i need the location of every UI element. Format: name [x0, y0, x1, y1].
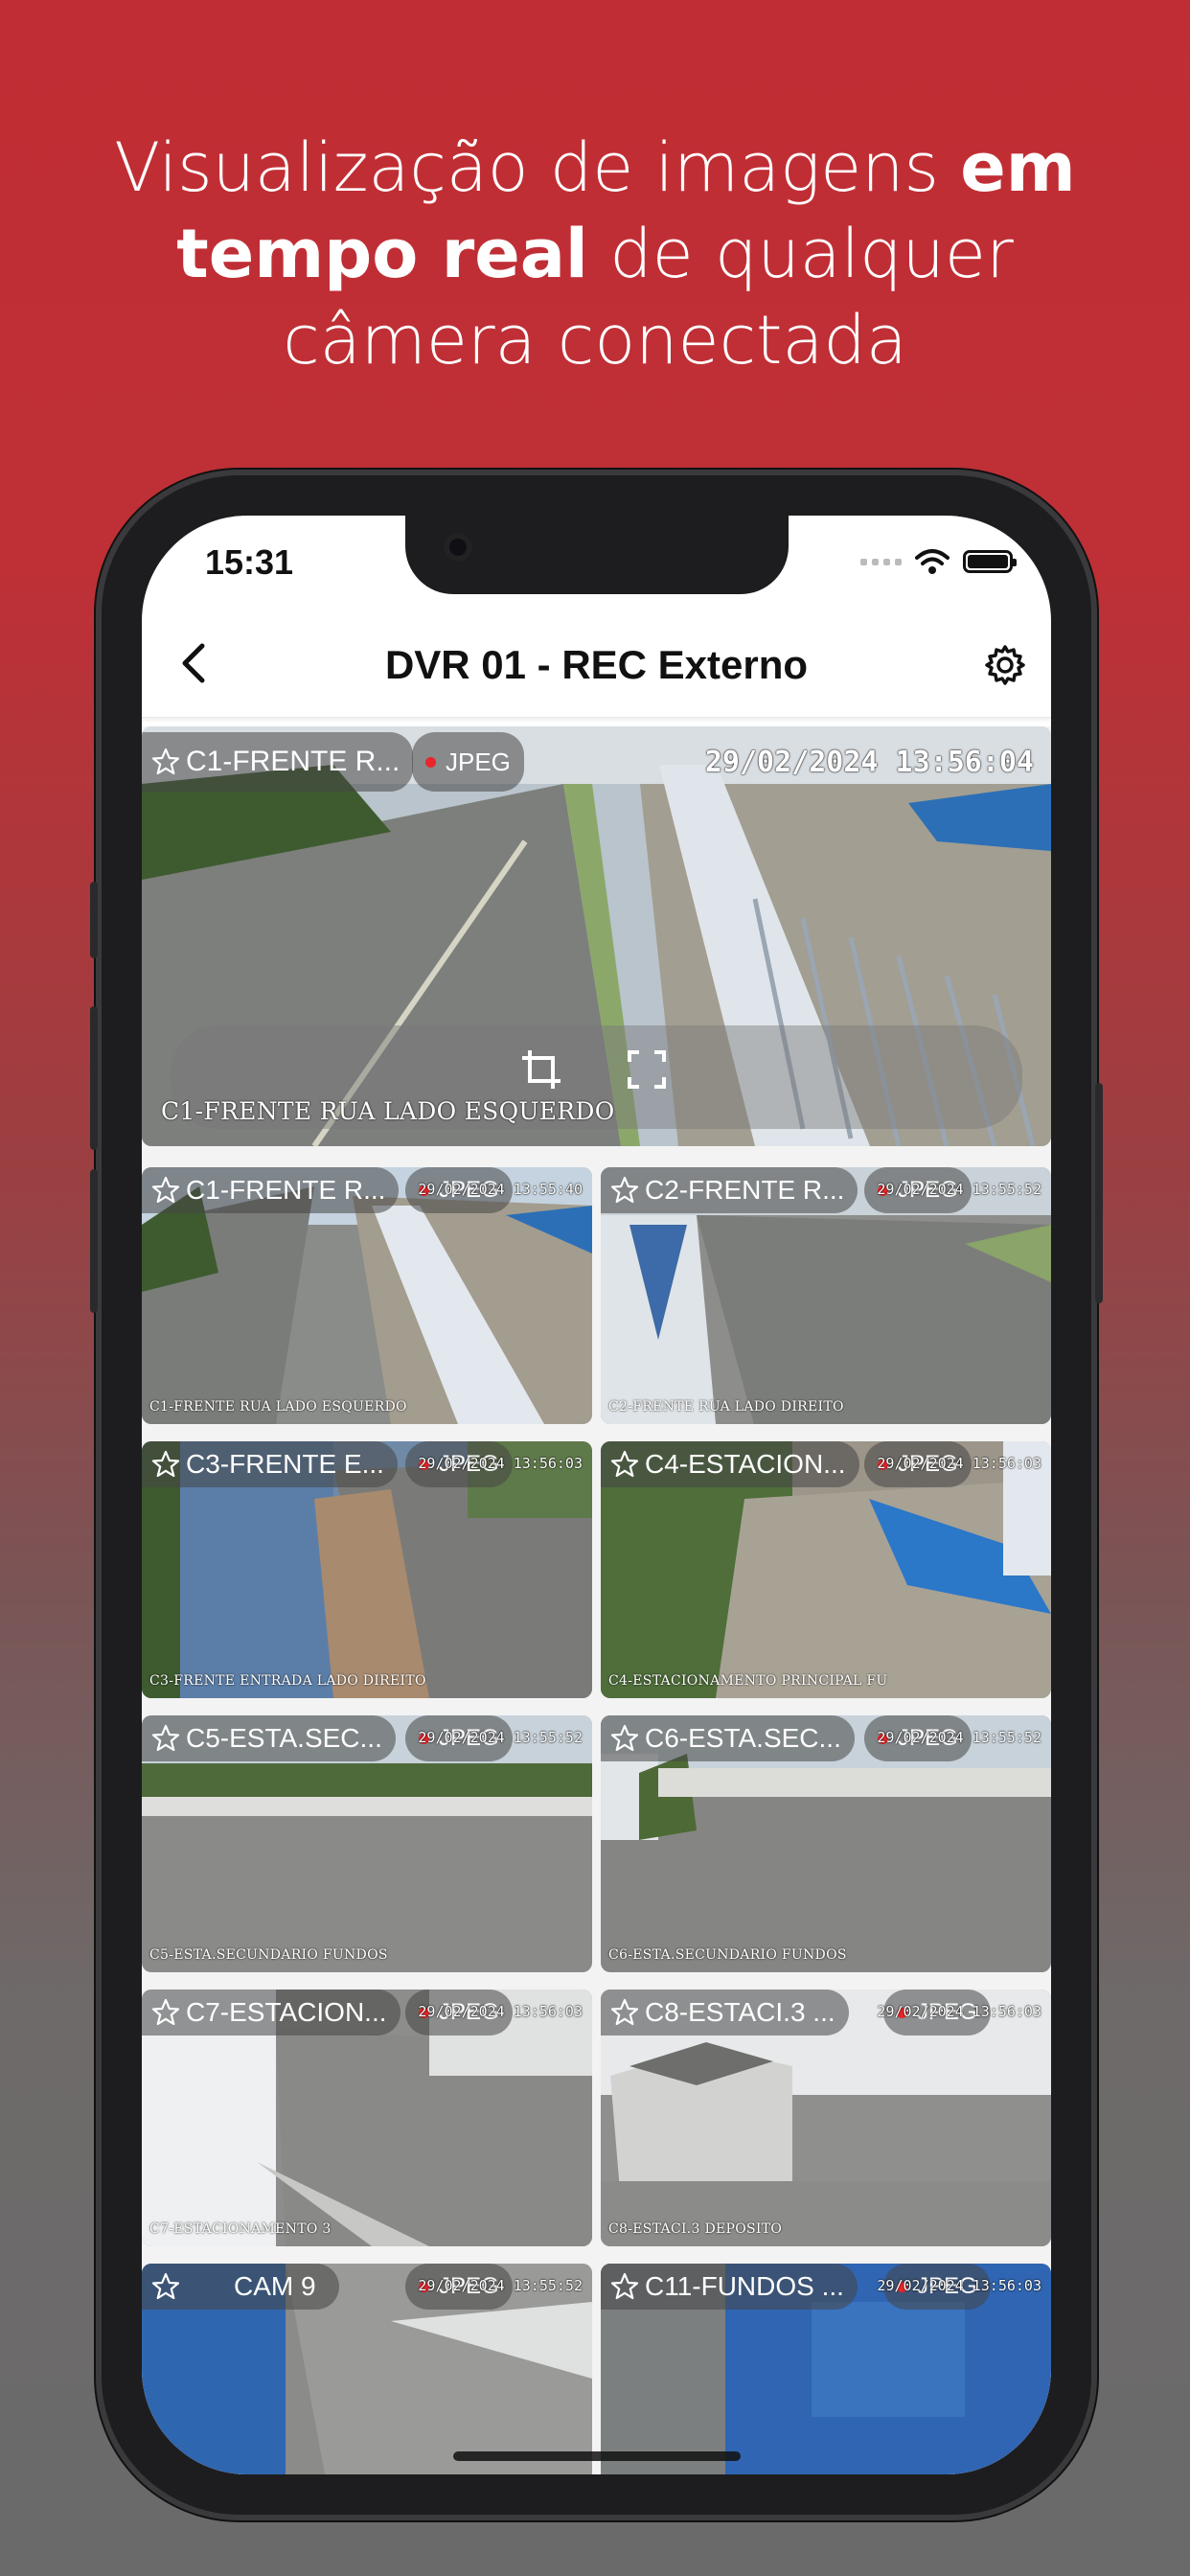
phone-frame: 15:31 DVR 01 - REC Externo C1-FRENTE R..… — [90, 470, 1103, 2520]
camera-timestamp: 29/02/2024 13:55:52 — [418, 2277, 583, 2294]
camera-timestamp: 29/02/2024 13:55:52 — [418, 1729, 583, 1746]
status-icons — [860, 548, 1017, 575]
camera-tile-c7[interactable]: C7-ESTACION... JPEG 29/02/2024 13:56:03 … — [142, 1990, 592, 2246]
camera-tile-c3[interactable]: C3-FRENTE E... JPEG 29/02/2024 13:56:03 … — [142, 1441, 592, 1698]
featured-camera-view[interactable]: C1-FRENTE R... JPEG 29/02/2024 13:56:04 … — [142, 726, 1051, 1146]
camera-overlay-caption: C1-FRENTE RUA LADO ESQUERDO — [161, 1097, 615, 1125]
camera-tile-c6[interactable]: C6-ESTA.SEC... JPEG 29/02/2024 13:55:52 … — [601, 1715, 1051, 1972]
status-time: 15:31 — [205, 542, 294, 582]
camera-tile-c5[interactable]: C5-ESTA.SEC... JPEG 29/02/2024 13:55:52 … — [142, 1715, 592, 1972]
mute-switch — [90, 882, 98, 958]
camera-name-pill: C5-ESTA.SEC... — [142, 1715, 396, 1761]
headline-line3: câmera conectada — [283, 301, 907, 380]
camera-name-pill: C8-ESTACI.3 ... — [601, 1990, 849, 2036]
nav-bar: DVR 01 - REC Externo — [142, 611, 1051, 718]
camera-timestamp: 29/02/2024 13:56:03 — [418, 2003, 583, 2020]
camera-tile-cam9[interactable]: CAM 9 JPEG 29/02/2024 13:55:52 — [142, 2264, 592, 2474]
camera-name: C11-FUNDOS ... — [645, 2271, 844, 2301]
front-camera — [444, 533, 472, 562]
camera-name: C1-FRENTE R... — [186, 746, 400, 777]
phone-screen: 15:31 DVR 01 - REC Externo C1-FRENTE R..… — [142, 516, 1051, 2474]
camera-tile-c4[interactable]: C4-ESTACION... JPEG 29/02/2024 13:56:03 … — [601, 1441, 1051, 1698]
star-outline-icon[interactable] — [151, 1724, 180, 1753]
star-outline-icon[interactable] — [151, 1450, 180, 1479]
camera-name-pill: C6-ESTA.SEC... — [601, 1715, 855, 1761]
notch — [405, 516, 789, 594]
camera-overlay-caption: C1-FRENTE RUA LADO ESQUERDO — [149, 1399, 407, 1414]
camera-timestamp: 29/02/2024 13:56:04 — [704, 746, 1034, 779]
camera-name: C7-ESTACION... — [186, 1997, 387, 2027]
star-outline-icon[interactable] — [610, 1176, 639, 1205]
camera-tile-c1[interactable]: C1-FRENTE R... JPEG 29/02/2024 13:55:40 … — [142, 1167, 592, 1424]
page-title: DVR 01 - REC Externo — [384, 642, 809, 687]
camera-timestamp: 29/02/2024 13:55:52 — [877, 1729, 1041, 1746]
gear-icon — [985, 645, 1025, 685]
promo-headline: Visualização de imagens em tempo real de… — [0, 125, 1190, 383]
camera-name-pill: C1-FRENTE R... — [142, 732, 414, 792]
wifi-icon — [915, 549, 950, 574]
headline-line2-bold: tempo real — [176, 215, 588, 293]
camera-timestamp: 29/02/2024 13:56:03 — [877, 2277, 1041, 2294]
camera-tile-c8[interactable]: C8-ESTACI.3 ... JPEG 29/02/2024 13:56:03… — [601, 1990, 1051, 2246]
camera-name-pill: C7-ESTACION... — [142, 1990, 400, 2036]
star-outline-icon[interactable] — [151, 748, 180, 776]
camera-name: C1-FRENTE R... — [186, 1175, 386, 1205]
codec-label: JPEG — [446, 747, 511, 776]
camera-overlay-caption: C6-ESTA.SECUNDARIO FUNDOS — [608, 1947, 847, 1963]
camera-overlay-caption: C2-FRENTE RUA LADO DIREITO — [608, 1399, 844, 1414]
camera-name: CAM 9 — [234, 2271, 316, 2301]
camera-name: C6-ESTA.SEC... — [645, 1723, 841, 1753]
codec-badge: JPEG — [412, 732, 524, 792]
camera-overlay-caption: C5-ESTA.SECUNDARIO FUNDOS — [149, 1947, 388, 1963]
camera-overlay-caption: C7-ESTACIONAMENTO 3 — [149, 2221, 332, 2237]
camera-timestamp: 29/02/2024 13:56:03 — [877, 2003, 1041, 2020]
camera-name: C2-FRENTE R... — [645, 1175, 845, 1205]
camera-name: C4-ESTACION... — [645, 1449, 846, 1479]
star-outline-icon[interactable] — [610, 1450, 639, 1479]
settings-button[interactable] — [976, 636, 1034, 694]
crop-icon[interactable] — [520, 1048, 562, 1091]
camera-timestamp: 29/02/2024 13:55:40 — [418, 1181, 583, 1198]
star-outline-icon[interactable] — [610, 1724, 639, 1753]
camera-timestamp: 29/02/2024 13:56:03 — [418, 1455, 583, 1472]
camera-name-pill: C3-FRENTE E... — [142, 1441, 398, 1487]
star-outline-icon[interactable] — [610, 2272, 639, 2301]
power-button — [1095, 1083, 1103, 1303]
camera-name-pill: C1-FRENTE R... — [142, 1167, 400, 1213]
star-outline-icon[interactable] — [151, 2272, 180, 2301]
headline-line2: de qualquer — [587, 215, 1014, 293]
camera-name: C5-ESTA.SEC... — [186, 1723, 382, 1753]
camera-timestamp: 29/02/2024 13:55:52 — [877, 1181, 1041, 1198]
battery-icon — [963, 550, 1017, 573]
camera-name-pill: CAM 9 — [142, 2264, 339, 2310]
camera-tile-c11[interactable]: C11-FUNDOS ... JPEG 29/02/2024 13:56:03 — [601, 2264, 1051, 2474]
camera-name: C3-FRENTE E... — [186, 1449, 384, 1479]
home-indicator[interactable] — [453, 2451, 741, 2461]
recording-dot — [425, 756, 436, 768]
camera-tile-c2[interactable]: C2-FRENTE R... JPEG 29/02/2024 13:55:52 … — [601, 1167, 1051, 1424]
camera-timestamp: 29/02/2024 13:56:03 — [877, 1455, 1041, 1472]
star-outline-icon[interactable] — [151, 1998, 180, 2027]
fullscreen-icon[interactable] — [626, 1048, 668, 1091]
camera-overlay-caption: C3-FRENTE ENTRADA LADO DIREITO — [149, 1673, 426, 1689]
camera-name: C8-ESTACI.3 ... — [645, 1997, 835, 2027]
headline-line1: Visualização de imagens — [114, 128, 961, 207]
headline-line1-bold: em — [960, 128, 1076, 207]
volume-up-button — [90, 1006, 98, 1150]
camera-name-pill: C11-FUNDOS ... — [601, 2264, 858, 2310]
volume-down-button — [90, 1169, 98, 1313]
signal-icon — [860, 558, 902, 565]
camera-overlay-caption: C4-ESTACIONAMENTO PRINCIPAL FU — [608, 1673, 888, 1689]
camera-list[interactable]: C1-FRENTE R... JPEG 29/02/2024 13:56:04 … — [142, 726, 1051, 2474]
star-outline-icon[interactable] — [610, 1998, 639, 2027]
camera-name-pill: C2-FRENTE R... — [601, 1167, 858, 1213]
camera-name-pill: C4-ESTACION... — [601, 1441, 859, 1487]
star-outline-icon[interactable] — [151, 1176, 180, 1205]
camera-overlay-caption: C8-ESTACI.3 DEPOSITO — [608, 2221, 783, 2237]
